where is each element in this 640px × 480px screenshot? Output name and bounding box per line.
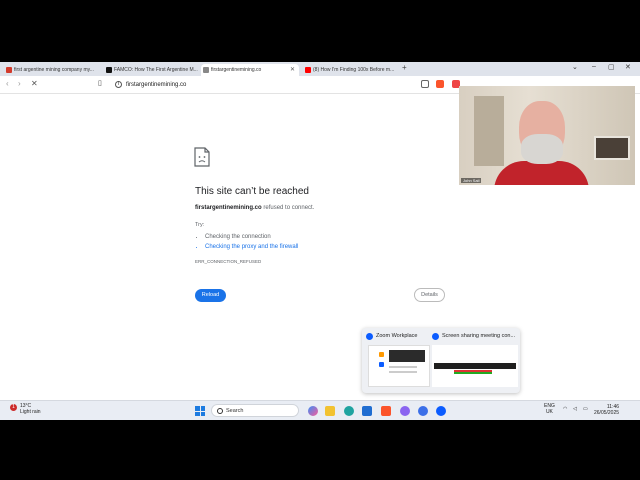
volume-icon[interactable]: ◁ <box>573 406 577 412</box>
taskbar-search[interactable]: Search <box>211 404 299 417</box>
tab-youtube[interactable]: (8) How I'm Finding 100x Before m... <box>303 64 399 76</box>
tab-label: (8) How I'm Finding 100x Before m... <box>313 67 395 73</box>
copilot-icon[interactable] <box>308 406 318 416</box>
presenter-beard <box>521 134 563 164</box>
edge-icon[interactable] <box>344 406 354 416</box>
address-text: firstargentinemining.co <box>126 82 187 88</box>
error-code: ERR_CONNECTION_REFUSED <box>195 259 262 264</box>
close-tab-icon[interactable]: ✕ <box>290 64 295 76</box>
weather-desc: Light rain <box>20 409 41 415</box>
preview-screen-share[interactable]: Screen sharing meeting con... <box>432 333 516 340</box>
error-description: firstargentinemining.co refused to conne… <box>195 205 314 211</box>
tab-google-search[interactable]: first argentine mining company my... <box>4 64 100 76</box>
search-label: Search <box>226 408 244 414</box>
language-indicator[interactable]: ENG UK <box>544 403 555 415</box>
clock-date: 26/05/2025 <box>594 410 620 416</box>
tab-search-icon[interactable]: ⌄ <box>572 63 578 71</box>
tab-label: firstargentinemining.co <box>211 67 262 73</box>
preview-zoom-workplace[interactable]: Zoom Workplace <box>366 333 418 340</box>
store-icon[interactable] <box>362 406 372 416</box>
error-title: This site can’t be reached <box>195 186 309 197</box>
details-button[interactable]: Details <box>414 288 445 302</box>
keyboard-layout: UK <box>545 409 553 415</box>
reload-button[interactable]: Reload <box>195 289 226 302</box>
sad-page-icon <box>194 147 210 167</box>
wall-picture <box>594 136 630 160</box>
suggestion-item: Checking the connection <box>205 232 298 242</box>
clock[interactable]: 11:46 26/05/2025 <box>594 404 619 416</box>
close-window-icon[interactable]: ✕ <box>625 63 631 71</box>
share-icon[interactable] <box>421 80 429 88</box>
minimize-icon[interactable]: – <box>592 63 596 70</box>
page-icon <box>203 67 209 73</box>
youtube-icon <box>305 67 311 73</box>
messenger-icon[interactable] <box>418 406 428 416</box>
zoom-workplace-thumbnail[interactable] <box>368 345 430 387</box>
suggestion-list: Checking the connection Checking the pro… <box>205 232 298 252</box>
screen: first argentine mining company my... FAM… <box>0 62 640 420</box>
error-message: refused to connect. <box>261 205 315 211</box>
battery-icon[interactable]: ▭ <box>583 406 588 412</box>
webcam-overlay[interactable]: John Sail <box>459 86 635 185</box>
taskbar: 1 13°C Light rain Search ENG UK ◠ ◁ ▭ 11… <box>0 400 640 420</box>
try-label: Try: <box>195 222 205 228</box>
zoom-icon <box>432 333 439 340</box>
tab-active-site[interactable]: firstargentinemining.co ✕ <box>201 64 299 76</box>
weather-widget[interactable]: 1 13°C Light rain <box>10 403 41 415</box>
maximize-icon[interactable]: ▢ <box>608 63 615 71</box>
file-explorer-icon[interactable] <box>325 406 335 416</box>
stop-loading-icon[interactable]: ✕ <box>31 79 38 88</box>
weather-alert-icon: 1 <box>10 404 17 411</box>
zoom-taskbar-icon[interactable] <box>436 406 446 416</box>
tab-strip: first argentine mining company my... FAM… <box>0 62 640 76</box>
back-icon[interactable]: ‹ <box>6 79 9 88</box>
new-tab-button[interactable]: + <box>402 63 407 72</box>
tab-label: first argentine mining company my... <box>14 67 94 73</box>
taskbar-preview: Zoom Workplace Screen sharing meeting co… <box>362 328 520 393</box>
zoom-icon <box>366 333 373 340</box>
participant-name: John Sail <box>461 178 482 183</box>
brave-icon[interactable] <box>381 406 391 416</box>
google-icon <box>6 67 12 73</box>
medium-icon <box>106 67 112 73</box>
preview-title: Zoom Workplace <box>376 333 418 339</box>
suggestion-link[interactable]: Checking the proxy and the firewall <box>205 242 298 252</box>
presenter-shirt <box>494 161 589 185</box>
site-info-icon[interactable]: i <box>115 81 122 88</box>
error-host: firstargentinemining.co <box>195 205 262 211</box>
address-bar[interactable]: i firstargentinemining.co <box>110 79 410 91</box>
tab-label: FAMCO: How The First Argentine M... <box>114 67 198 73</box>
brave-shield-icon[interactable] <box>436 80 444 88</box>
app-icon[interactable] <box>400 406 410 416</box>
screen-share-thumbnail[interactable] <box>432 345 518 387</box>
tab-famco[interactable]: FAMCO: How The First Argentine M... <box>104 64 200 76</box>
preview-title: Screen sharing meeting con... <box>442 333 516 339</box>
bookmark-icon[interactable]: ▯ <box>98 79 102 87</box>
webcam-background <box>474 96 504 166</box>
search-icon <box>217 408 223 414</box>
wifi-icon[interactable]: ◠ <box>563 406 567 412</box>
forward-icon[interactable]: › <box>18 79 21 88</box>
windows-start-icon[interactable] <box>195 406 205 416</box>
